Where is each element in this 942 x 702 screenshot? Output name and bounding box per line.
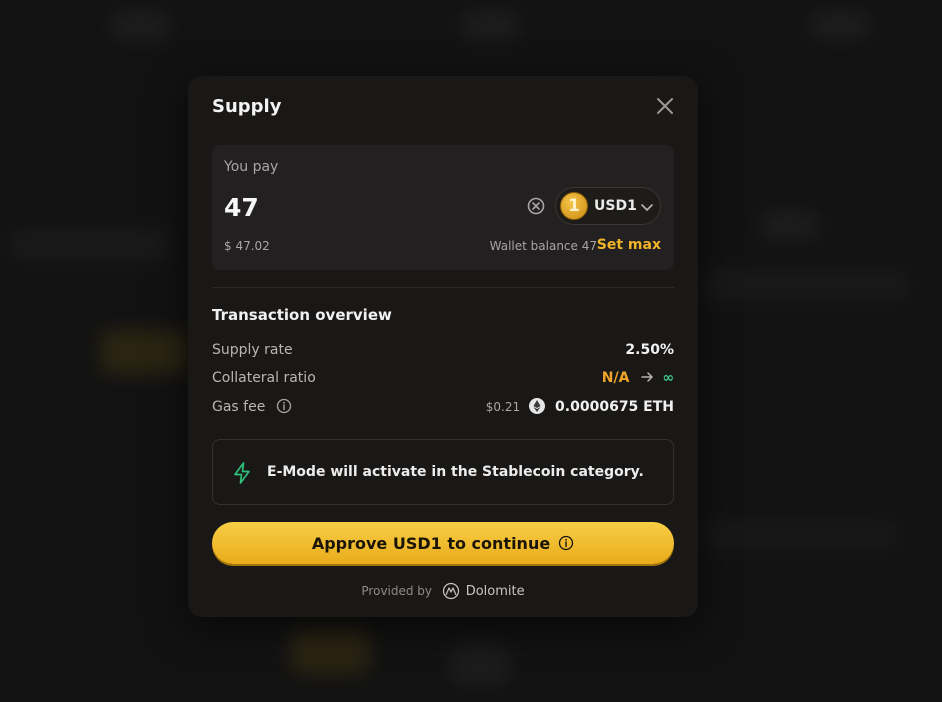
amount-input[interactable] bbox=[224, 190, 514, 224]
clear-icon bbox=[527, 197, 545, 215]
collateral-ratio-from: N/A bbox=[601, 370, 630, 386]
overview-title: Transaction overview bbox=[212, 306, 392, 324]
collateral-ratio-to: ∞ bbox=[662, 370, 674, 386]
provided-by-text: Provided by bbox=[361, 584, 433, 598]
gas-fee-label: Gas fee bbox=[212, 398, 292, 415]
set-max-button[interactable]: Set max bbox=[597, 237, 661, 253]
collateral-ratio-value: N/A ∞ bbox=[602, 370, 674, 386]
token-symbol: USD1 bbox=[594, 198, 637, 214]
approve-button[interactable]: Approve USD1 to continue bbox=[212, 522, 674, 564]
clear-amount-button[interactable] bbox=[526, 196, 546, 216]
modal-title: Supply bbox=[212, 96, 282, 117]
token-selector[interactable]: 1 USD1 bbox=[555, 187, 661, 225]
pay-panel: You pay 1 USD1 $ 47.02 Wallet balance 47… bbox=[212, 145, 674, 270]
close-button[interactable] bbox=[654, 95, 676, 117]
divider bbox=[212, 287, 674, 288]
emode-notice: E-Mode will activate in the Stablecoin c… bbox=[212, 439, 674, 505]
provided-by: Provided by Dolomite bbox=[188, 582, 698, 600]
supply-rate-label: Supply rate bbox=[212, 342, 293, 358]
usd1-token-icon: 1 bbox=[560, 192, 588, 220]
provider-name[interactable]: Dolomite bbox=[466, 584, 525, 599]
arrow-right-icon bbox=[641, 372, 653, 382]
wallet-balance: Wallet balance 47 bbox=[489, 239, 597, 253]
eth-icon bbox=[528, 398, 545, 414]
usd-value: $ 47.02 bbox=[224, 239, 270, 253]
close-icon bbox=[657, 98, 673, 114]
dolomite-logo-icon bbox=[442, 582, 459, 600]
gas-fee-value: $0.21 0.0000675 ETH bbox=[486, 398, 674, 415]
gas-fee-amount: 0.0000675 ETH bbox=[555, 399, 674, 415]
chevron-down-icon bbox=[641, 204, 653, 211]
approve-button-label: Approve USD1 to continue bbox=[311, 533, 551, 553]
collateral-ratio-label: Collateral ratio bbox=[212, 370, 316, 386]
supply-rate-value: 2.50% bbox=[625, 342, 674, 358]
emode-message: E-Mode will activate in the Stablecoin c… bbox=[267, 464, 644, 480]
gas-fee-usd: $0.21 bbox=[485, 400, 521, 414]
info-icon bbox=[559, 535, 574, 551]
pay-label: You pay bbox=[224, 159, 279, 175]
info-icon[interactable] bbox=[276, 398, 292, 414]
lightning-bolt-icon bbox=[234, 462, 250, 484]
supply-modal: Supply You pay 1 USD1 $ 47.02 Wallet bal… bbox=[188, 76, 698, 617]
gas-fee-text: Gas fee bbox=[212, 399, 266, 415]
